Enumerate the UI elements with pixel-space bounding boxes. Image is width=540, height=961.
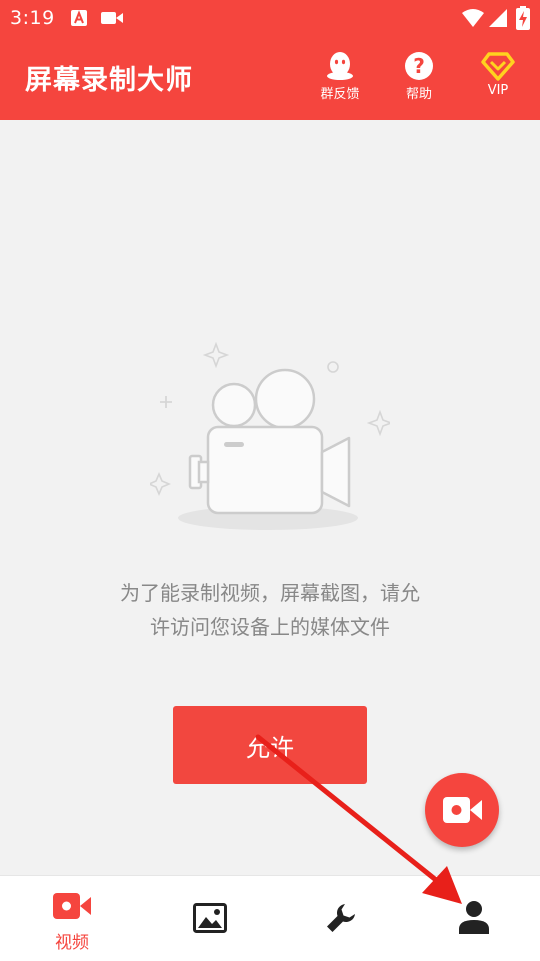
main-content: 为了能录制视频，屏幕截图，请允 许访问您设备上的媒体文件 允许 (0, 120, 540, 875)
nav-item-images[interactable] (144, 876, 279, 961)
image-icon (193, 903, 227, 933)
svg-text:?: ? (413, 54, 425, 78)
help-label: 帮助 (405, 87, 432, 102)
group-feedback-label: 群反馈 (320, 87, 360, 102)
nav-label-video: 视频 (55, 933, 89, 953)
signal-icon (488, 8, 508, 32)
video-camera-icon (150, 342, 390, 530)
permission-message: 为了能录制视频，屏幕截图，请允 许访问您设备上的媒体文件 (70, 576, 470, 644)
nav-item-profile[interactable] (414, 876, 540, 961)
app-title: 屏幕录制大师 (25, 65, 193, 96)
status-time: 3:19 (10, 7, 55, 29)
qq-penguin-icon (327, 52, 353, 80)
battery-charging-icon (516, 6, 530, 34)
record-video-icon (443, 797, 482, 823)
help-icon: ? (405, 52, 433, 80)
nav-item-video[interactable]: 视频 (0, 876, 144, 961)
vip-diamond-icon (481, 52, 515, 81)
video-icon (53, 893, 91, 919)
vip-label: VIP (487, 83, 509, 98)
screen-record-icon (100, 9, 124, 31)
wrench-icon (327, 904, 355, 932)
wifi-icon (462, 8, 484, 32)
vip-button[interactable]: VIP (467, 51, 529, 109)
group-feedback-button[interactable]: 群反馈 (309, 51, 371, 109)
help-button[interactable]: ? 帮助 (388, 51, 450, 109)
permission-message-line1: 为了能录制视频，屏幕截图，请允 (120, 581, 420, 605)
allow-button[interactable]: 允许 (173, 706, 367, 784)
permission-message-line2: 许访问您设备上的媒体文件 (150, 615, 390, 639)
person-icon (459, 901, 489, 934)
record-fab[interactable] (425, 773, 499, 847)
bottom-nav: 视频 (0, 875, 540, 961)
nav-item-tools[interactable] (279, 876, 414, 961)
app-bar: 屏幕录制大师 群反馈 ? 帮助 VIP (0, 38, 540, 120)
status-bar: 3:19 (0, 0, 540, 38)
a11y-notification-icon (70, 9, 88, 31)
